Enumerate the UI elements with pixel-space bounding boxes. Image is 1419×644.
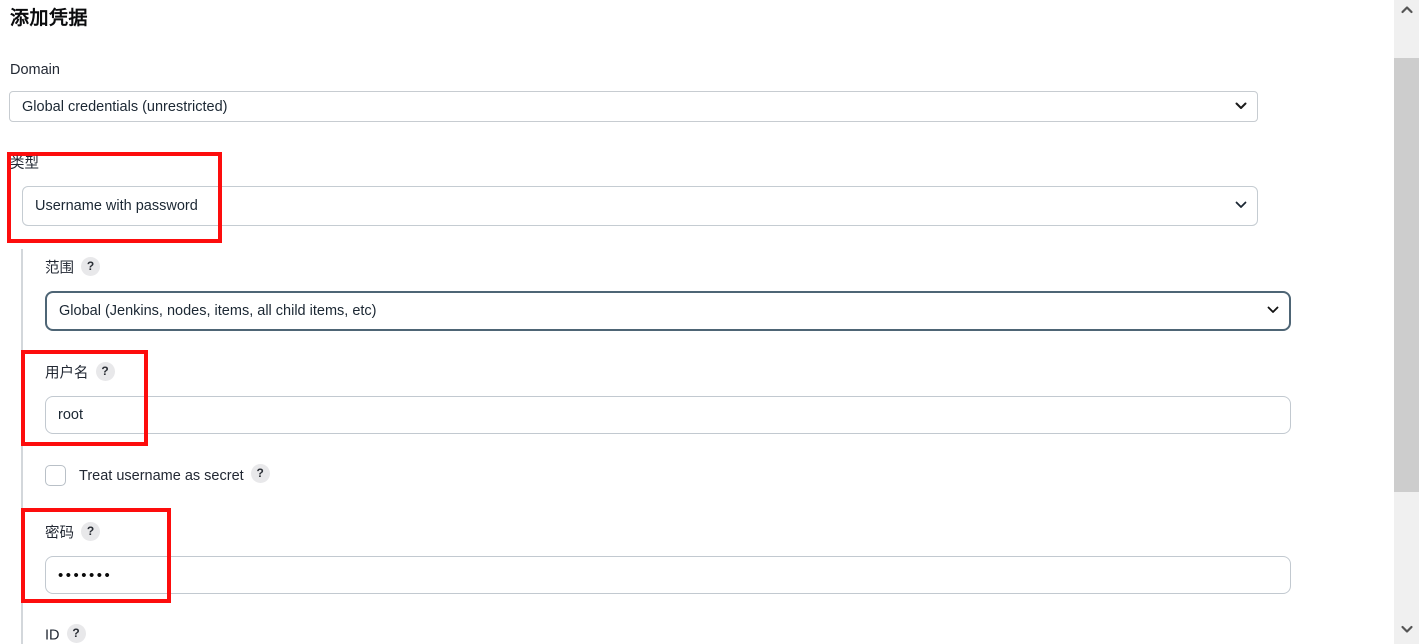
chevron-down-icon — [1267, 304, 1279, 315]
credentials-form-page: 添加凭据 Domain Global credentials (unrestri… — [0, 0, 1394, 644]
id-label-group: ID? — [45, 624, 86, 644]
type-label: 类型 — [10, 156, 39, 172]
credential-type-value: Username with password — [35, 198, 198, 214]
chevron-down-icon — [1400, 622, 1414, 641]
scroll-up-button[interactable] — [1394, 0, 1419, 25]
vertical-scrollbar[interactable] — [1394, 0, 1419, 644]
credential-type-select[interactable]: Username with password — [22, 186, 1258, 226]
password-input-value: ••••••• — [58, 566, 113, 584]
id-label: ID — [45, 627, 60, 644]
username-input-value: root — [58, 407, 83, 423]
domain-label: Domain — [10, 62, 60, 78]
scope-label: 范围 — [45, 260, 74, 277]
form-section-rule — [21, 249, 23, 644]
treat-username-as-secret-row[interactable]: Treat username as secret ? — [45, 464, 270, 486]
help-icon[interactable]: ? — [66, 624, 86, 643]
scope-select[interactable]: Global (Jenkins, nodes, items, all child… — [45, 291, 1291, 331]
password-label: 密码 — [45, 525, 74, 542]
chevron-down-icon — [1235, 100, 1247, 111]
treat-username-as-secret-checkbox[interactable] — [45, 465, 66, 486]
help-icon[interactable]: ? — [81, 257, 100, 276]
page-title: 添加凭据 — [10, 8, 89, 29]
help-icon[interactable]: ? — [81, 522, 100, 541]
chevron-down-icon — [1235, 199, 1247, 210]
domain-select-value: Global credentials (unrestricted) — [22, 98, 228, 115]
help-icon[interactable]: ? — [250, 464, 270, 483]
username-input[interactable]: root — [45, 396, 1291, 434]
chevron-up-icon — [1400, 3, 1414, 22]
password-input[interactable]: ••••••• — [45, 556, 1291, 594]
scrollbar-thumb[interactable] — [1394, 58, 1419, 492]
scroll-down-button[interactable] — [1394, 619, 1419, 644]
username-label-group: 用户名? — [45, 362, 115, 383]
help-icon[interactable]: ? — [95, 362, 115, 381]
domain-select[interactable]: Global credentials (unrestricted) — [9, 91, 1258, 122]
scope-label-group: 范围? — [45, 257, 100, 278]
treat-username-as-secret-label: Treat username as secret — [79, 467, 244, 484]
scope-select-value: Global (Jenkins, nodes, items, all child… — [59, 303, 377, 319]
username-label: 用户名 — [45, 365, 89, 382]
password-label-group: 密码? — [45, 522, 100, 543]
